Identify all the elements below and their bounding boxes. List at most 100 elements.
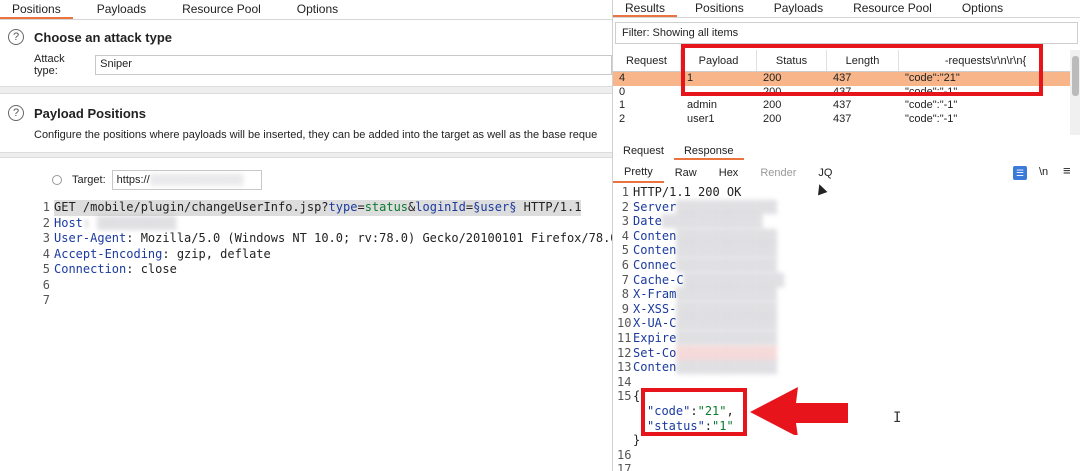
header-key: X-Fram — [633, 287, 677, 302]
table-row[interactable]: 1 admin 200 437 "code":"-1" — [613, 99, 1073, 113]
header-key: X-XSS- — [633, 301, 677, 316]
response-line: 4 Conten ░░░░░░░░░░░░░░ — [617, 229, 1077, 244]
tab-resource-pool[interactable]: Resource Pool — [170, 0, 273, 19]
line-number: 16 — [617, 447, 632, 462]
filter-bar[interactable]: Filter: Showing all items — [615, 22, 1078, 44]
response-line: 5 Conten ░░░░░░░░░░░░░░ — [617, 243, 1077, 258]
request-line: 2 Host: ░░░░░░░░░░░ — [34, 216, 612, 232]
tab-render[interactable]: Render — [749, 164, 807, 182]
header-value: : gzip, deflate — [162, 246, 271, 261]
header-value-redacted: ░░░░░░░░░░░░░░ — [676, 257, 778, 272]
tab-resource-pool[interactable]: Resource Pool — [841, 0, 944, 17]
request-line-text: GET /mobile/plugin/changeUserInfo.jsp?ty… — [54, 200, 582, 216]
tab-options[interactable]: Options — [950, 0, 1015, 17]
intruder-config-pane: Positions Payloads Resource Pool Options… — [0, 0, 612, 471]
request-line: 1 GET /mobile/plugin/changeUserInfo.jsp?… — [34, 200, 612, 216]
tab-results[interactable]: Results — [613, 0, 678, 17]
cell-payload: admin — [687, 99, 717, 111]
show-newlines-icon[interactable]: \n — [1039, 166, 1048, 178]
tab-pretty[interactable]: Pretty — [613, 163, 664, 183]
header-key: Date — [633, 214, 662, 229]
attack-type-row: Attack type: Sniper — [0, 52, 612, 78]
line-number: 14 — [617, 374, 632, 389]
tab-raw[interactable]: Raw — [664, 164, 708, 182]
text-cursor-icon: I — [893, 410, 902, 426]
tab-jq[interactable]: JQ — [807, 164, 843, 182]
cell-status: 200 — [763, 112, 782, 125]
line-number — [617, 419, 633, 434]
target-settings-icon[interactable] — [52, 175, 62, 185]
column-request[interactable]: Request — [613, 50, 681, 71]
header-key: Set-Co — [633, 345, 677, 360]
line-number: 11 — [617, 330, 632, 345]
cell-length: 437 — [833, 99, 852, 111]
header-value: : close — [126, 262, 177, 276]
response-line: 9 X-XSS- ░░░░░░░░░░░░░░ — [617, 302, 1077, 317]
divider — [0, 86, 612, 94]
request-line: 5 Connection: close — [34, 262, 612, 278]
header-key: Connection — [54, 262, 127, 276]
response-line: 16 — [617, 448, 1077, 463]
target-input[interactable]: https:// ░░░░░░░░░░░░ — [111, 170, 262, 190]
response-line: 6 Connec ░░░░░░░░░░░░░░ — [617, 258, 1077, 273]
request-path: GET /mobile/plugin/changeUserInfo.jsp? — [54, 200, 329, 214]
results-tabbar: Results Positions Payloads Resource Pool… — [613, 0, 1080, 18]
request-line: 6 — [34, 278, 612, 294]
section-title: Choose an attack type — [34, 29, 172, 45]
payload-marker: §user§ — [473, 200, 517, 214]
header-value-redacted: ░░░░░░░░░░░░░░ — [676, 287, 778, 302]
line-number: 6 — [42, 277, 50, 292]
header-key: Conten — [633, 243, 677, 258]
target-row: Target: https:// ░░░░░░░░░░░░ — [0, 162, 612, 198]
tab-request[interactable]: Request — [613, 142, 674, 160]
param-name: loginId — [415, 200, 466, 214]
header-value-redacted: ░░░░░░░░░░░░░░ — [676, 243, 778, 258]
cell-request: 4 — [619, 72, 626, 84]
tab-response[interactable]: Response — [673, 142, 744, 160]
header-value-redacted: ░░░░░░░░░░░░░░ — [676, 228, 778, 243]
table-row[interactable]: 2 user1 200 437 "code":"-1" — [613, 113, 1073, 127]
tab-payloads[interactable]: Payloads — [85, 0, 158, 19]
scrollbar-thumb[interactable] — [1072, 56, 1079, 96]
help-icon[interactable]: ? — [8, 29, 24, 45]
param-name: type — [328, 200, 358, 214]
header-key: Conten — [633, 360, 677, 375]
line-number: 1 — [621, 185, 629, 199]
line-number: 8 — [621, 287, 629, 302]
payload-positions-header: ? Payload Positions — [0, 98, 612, 128]
tab-options[interactable]: Options — [285, 0, 350, 19]
attack-type-select[interactable]: Sniper — [95, 55, 612, 75]
cell-extract: "code":"-1" — [905, 99, 958, 111]
response-line: 7 Cache-C ░░░░░░░░░░░░░░ — [617, 273, 1077, 288]
line-number: 3 — [621, 214, 629, 229]
attack-type-label: Attack type: — [34, 53, 65, 77]
header-value-redacted: ░░░░░░░░░░░░░░ — [676, 360, 778, 375]
section-title: Payload Positions — [34, 105, 146, 121]
response-line: 8 X-Fram ░░░░░░░░░░░░░░ — [617, 287, 1077, 302]
param-value: status — [364, 200, 409, 214]
cell-request: 2 — [619, 112, 626, 125]
tab-positions[interactable]: Positions — [683, 0, 756, 17]
header-key: Server — [633, 199, 677, 214]
header-value-redacted: ░░░░░░░░░░░░░░ — [683, 272, 785, 287]
response-line: 11 Expire ░░░░░░░░░░░░░░ — [617, 331, 1077, 346]
line-number: 2 — [621, 199, 629, 214]
header-value-redacted: : ░░░░░░░░░░░ — [82, 215, 177, 230]
highlight-box-result-row — [681, 44, 1043, 96]
help-icon[interactable]: ? — [8, 105, 24, 121]
tab-payloads[interactable]: Payloads — [762, 0, 835, 17]
request-editor[interactable]: 1 GET /mobile/plugin/changeUserInfo.jsp?… — [34, 200, 612, 309]
line-number: 17 — [617, 462, 632, 471]
header-value-redacted: ░░░░░░░░░░░░░░ — [676, 199, 778, 214]
line-number: 5 — [621, 243, 629, 258]
tab-positions[interactable]: Positions — [0, 0, 73, 19]
wrap-lines-icon[interactable]: ☰ — [1013, 166, 1027, 180]
left-tabbar: Positions Payloads Resource Pool Options — [0, 0, 612, 20]
menu-icon[interactable]: ≡ — [1063, 163, 1071, 178]
cell-request: 0 — [619, 85, 626, 98]
http-version: HTTP/1.1 — [516, 200, 582, 214]
line-number: 1 — [42, 200, 50, 214]
tab-hex[interactable]: Hex — [708, 164, 750, 182]
response-line: 3 Date ░░░░░░░░░░░░░░ — [617, 214, 1077, 229]
line-number: 4 — [621, 228, 629, 243]
